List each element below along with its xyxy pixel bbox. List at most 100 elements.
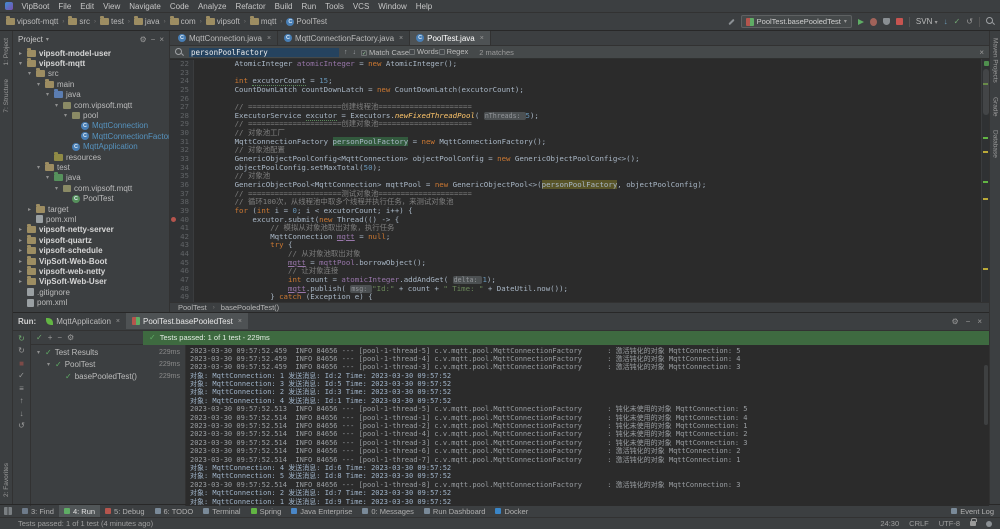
tree-item-vipsoft-mqtt[interactable]: ▾ vipsoft-mqtt: [13, 58, 169, 68]
filter-icon[interactable]: ✓: [18, 371, 25, 380]
menu-item-help[interactable]: Help: [411, 2, 436, 11]
menu-item-vipboot[interactable]: VipBoot: [17, 2, 54, 11]
breadcrumb-vipsoft[interactable]: vipsoft: [205, 16, 241, 26]
search-input[interactable]: personPoolFactory: [189, 47, 339, 57]
event-log-button[interactable]: Event Log: [951, 507, 996, 516]
show-passed-icon[interactable]: ✓: [36, 333, 43, 342]
tree-item-pom.xml[interactable]: pom.xml: [13, 214, 169, 224]
close-tab-icon[interactable]: ×: [238, 318, 242, 325]
editor-scrollbar[interactable]: [981, 59, 989, 302]
console-output[interactable]: 2023-03-30 09:57:52.459 INFO 84656 --- […: [186, 344, 989, 506]
breadcrumb-PoolTest[interactable]: PoolTest: [178, 303, 207, 312]
test-settings-icon[interactable]: ⚙: [67, 333, 74, 342]
tree-toggle-icon[interactable]: ▸: [17, 226, 24, 233]
menu-item-build[interactable]: Build: [270, 2, 297, 11]
checkbox-icon[interactable]: ✓: [361, 49, 367, 57]
debug-button[interactable]: [869, 17, 877, 26]
breadcrumb-src[interactable]: src: [67, 16, 91, 26]
menu-item-code[interactable]: Code: [165, 2, 193, 11]
close-tab-icon[interactable]: ×: [116, 318, 120, 325]
tree-item-vipsoft-web-netty[interactable]: ▸ vipsoft-web-netty: [13, 265, 169, 276]
toolwindow-button-todo[interactable]: 6: TODO: [150, 505, 199, 517]
tree-toggle-icon[interactable]: ▸: [17, 237, 24, 244]
build-icon[interactable]: [727, 18, 735, 26]
next-match-icon[interactable]: ↓: [353, 49, 357, 56]
run-configuration-select[interactable]: PoolTest.basePooledTest ▾: [740, 15, 852, 28]
vcs-update-icon[interactable]: ↓: [944, 17, 948, 26]
tree-toggle-icon[interactable]: ▾: [45, 361, 52, 368]
test-tree[interactable]: ▾ ✓ Test Results 229ms ▾ ✓ PoolTest 229ms ✓ baseP…: [31, 344, 186, 506]
breadcrumb-com[interactable]: com: [169, 16, 197, 26]
tree-toggle-icon[interactable]: ▸: [17, 278, 24, 285]
minimize-panel-icon[interactable]: −: [966, 317, 971, 326]
collapse-all-icon[interactable]: −: [57, 333, 62, 342]
prev-match-icon[interactable]: ↑: [344, 49, 348, 56]
vcs-widget[interactable]: SVN ▾: [916, 17, 938, 26]
search-option-regex[interactable]: Regex: [438, 47, 468, 56]
vcs-commit-icon[interactable]: ✓: [954, 17, 961, 26]
toolwindow-button-terminal[interactable]: Terminal: [198, 505, 245, 517]
stripe-button-Structure[interactable]: 7: Structure: [3, 72, 10, 120]
tree-item-target[interactable]: ▸ target: [13, 203, 169, 214]
stripe-button-MavenProjects[interactable]: Maven Projects: [992, 31, 999, 90]
rerun-failed-icon[interactable]: ↻: [18, 346, 25, 355]
toolwindow-button-javaenterprise[interactable]: Java Enterprise: [286, 505, 357, 517]
tree-item-com.vipsoft.mqtt[interactable]: ▾ com.vipsoft.mqtt: [13, 183, 169, 193]
tree-item-resources[interactable]: resources: [13, 151, 169, 162]
expand-all-icon[interactable]: +: [48, 333, 53, 342]
test-tree-item-basePooledTest[interactable]: ✓ basePooledTest() 229ms: [31, 371, 185, 383]
search-option-match-case[interactable]: ✓ Match Case: [361, 48, 409, 57]
stripe-button-Gradle[interactable]: Gradle: [992, 90, 999, 124]
tree-item-vipsoft-schedule[interactable]: ▸ vipsoft-schedule: [13, 245, 169, 255]
run-tab-PoolTest.basePooledTest[interactable]: PoolTest.basePooledTest ×: [126, 313, 248, 329]
toolwindow-button-run[interactable]: 4: Run: [58, 505, 101, 517]
menu-item-refactor[interactable]: Refactor: [231, 2, 270, 11]
caret-position[interactable]: 24:30: [880, 519, 899, 528]
editor-tab-PoolTest.java[interactable]: C PoolTest.java ×: [410, 31, 491, 45]
stop-button[interactable]: [895, 18, 903, 25]
menu-item-tools[interactable]: Tools: [321, 2, 349, 11]
settings-gear-icon[interactable]: ⚙: [139, 35, 146, 44]
coverage-button[interactable]: [882, 18, 890, 25]
prev-failed-icon[interactable]: ↑: [20, 396, 24, 405]
tree-toggle-icon[interactable]: ▾: [26, 70, 33, 77]
toolwindow-button-rundashboard[interactable]: Run Dashboard: [419, 505, 491, 517]
menu-item-window[interactable]: Window: [374, 2, 411, 11]
code-area[interactable]: 22 AtomicInteger atomicInteger = new Ato…: [170, 59, 981, 302]
tree-toggle-icon[interactable]: ▾: [62, 112, 69, 119]
stripe-button-Favorites[interactable]: 2: Favorites: [3, 456, 10, 504]
toolwindow-button-debug[interactable]: 5: Debug: [100, 505, 149, 517]
tree-toggle-icon[interactable]: ▸: [17, 247, 24, 254]
breadcrumb-mqtt[interactable]: mqtt: [249, 16, 278, 26]
toolwindow-button-docker[interactable]: Docker: [490, 505, 533, 517]
file-encoding[interactable]: UTF-8: [939, 519, 960, 528]
stripe-button-Project[interactable]: 1: Project: [3, 31, 10, 72]
search-option-words[interactable]: Words: [409, 47, 439, 56]
tree-toggle-icon[interactable]: ▾: [53, 102, 60, 109]
search-everywhere-icon[interactable]: [986, 17, 995, 26]
breadcrumb-PoolTest[interactable]: C PoolTest: [285, 17, 328, 26]
rerun-icon[interactable]: ↻: [18, 334, 25, 343]
tree-item-PoolTest[interactable]: C PoolTest: [13, 193, 169, 203]
tree-item-java[interactable]: ▾ java: [13, 172, 169, 183]
breadcrumb-java[interactable]: java: [133, 16, 161, 26]
lock-icon[interactable]: [970, 518, 977, 526]
tree-toggle-icon[interactable]: ▸: [17, 258, 24, 265]
tree-toggle-icon[interactable]: ▾: [35, 164, 42, 171]
next-failed-icon[interactable]: ↓: [20, 409, 24, 418]
tree-item-vipsoft-model-user[interactable]: ▸ vipsoft-model-user: [13, 47, 169, 58]
tree-toggle-icon[interactable]: ▸: [17, 50, 24, 57]
tree-toggle-icon[interactable]: ▸: [26, 206, 33, 213]
stripe-button-Database[interactable]: Database: [992, 123, 999, 165]
close-panel-icon[interactable]: ×: [977, 317, 982, 326]
tree-item-MqttConnection[interactable]: C MqttConnection: [13, 121, 169, 131]
close-find-icon[interactable]: ×: [979, 48, 984, 57]
run-button[interactable]: [857, 18, 864, 25]
tree-item-.gitignore[interactable]: .gitignore: [13, 287, 169, 297]
line-ending[interactable]: CRLF: [909, 519, 929, 528]
tree-toggle-icon[interactable]: ▾: [44, 174, 51, 181]
breadcrumb-basePooledTest[interactable]: basePooledTest(): [221, 303, 279, 312]
hide-panel-icon[interactable]: ×: [159, 35, 164, 44]
close-tab-icon[interactable]: ×: [480, 35, 484, 42]
project-tree[interactable]: ▸ vipsoft-model-user ▾ vipsoft-mqtt ▾ src ▾ mai…: [13, 47, 169, 312]
